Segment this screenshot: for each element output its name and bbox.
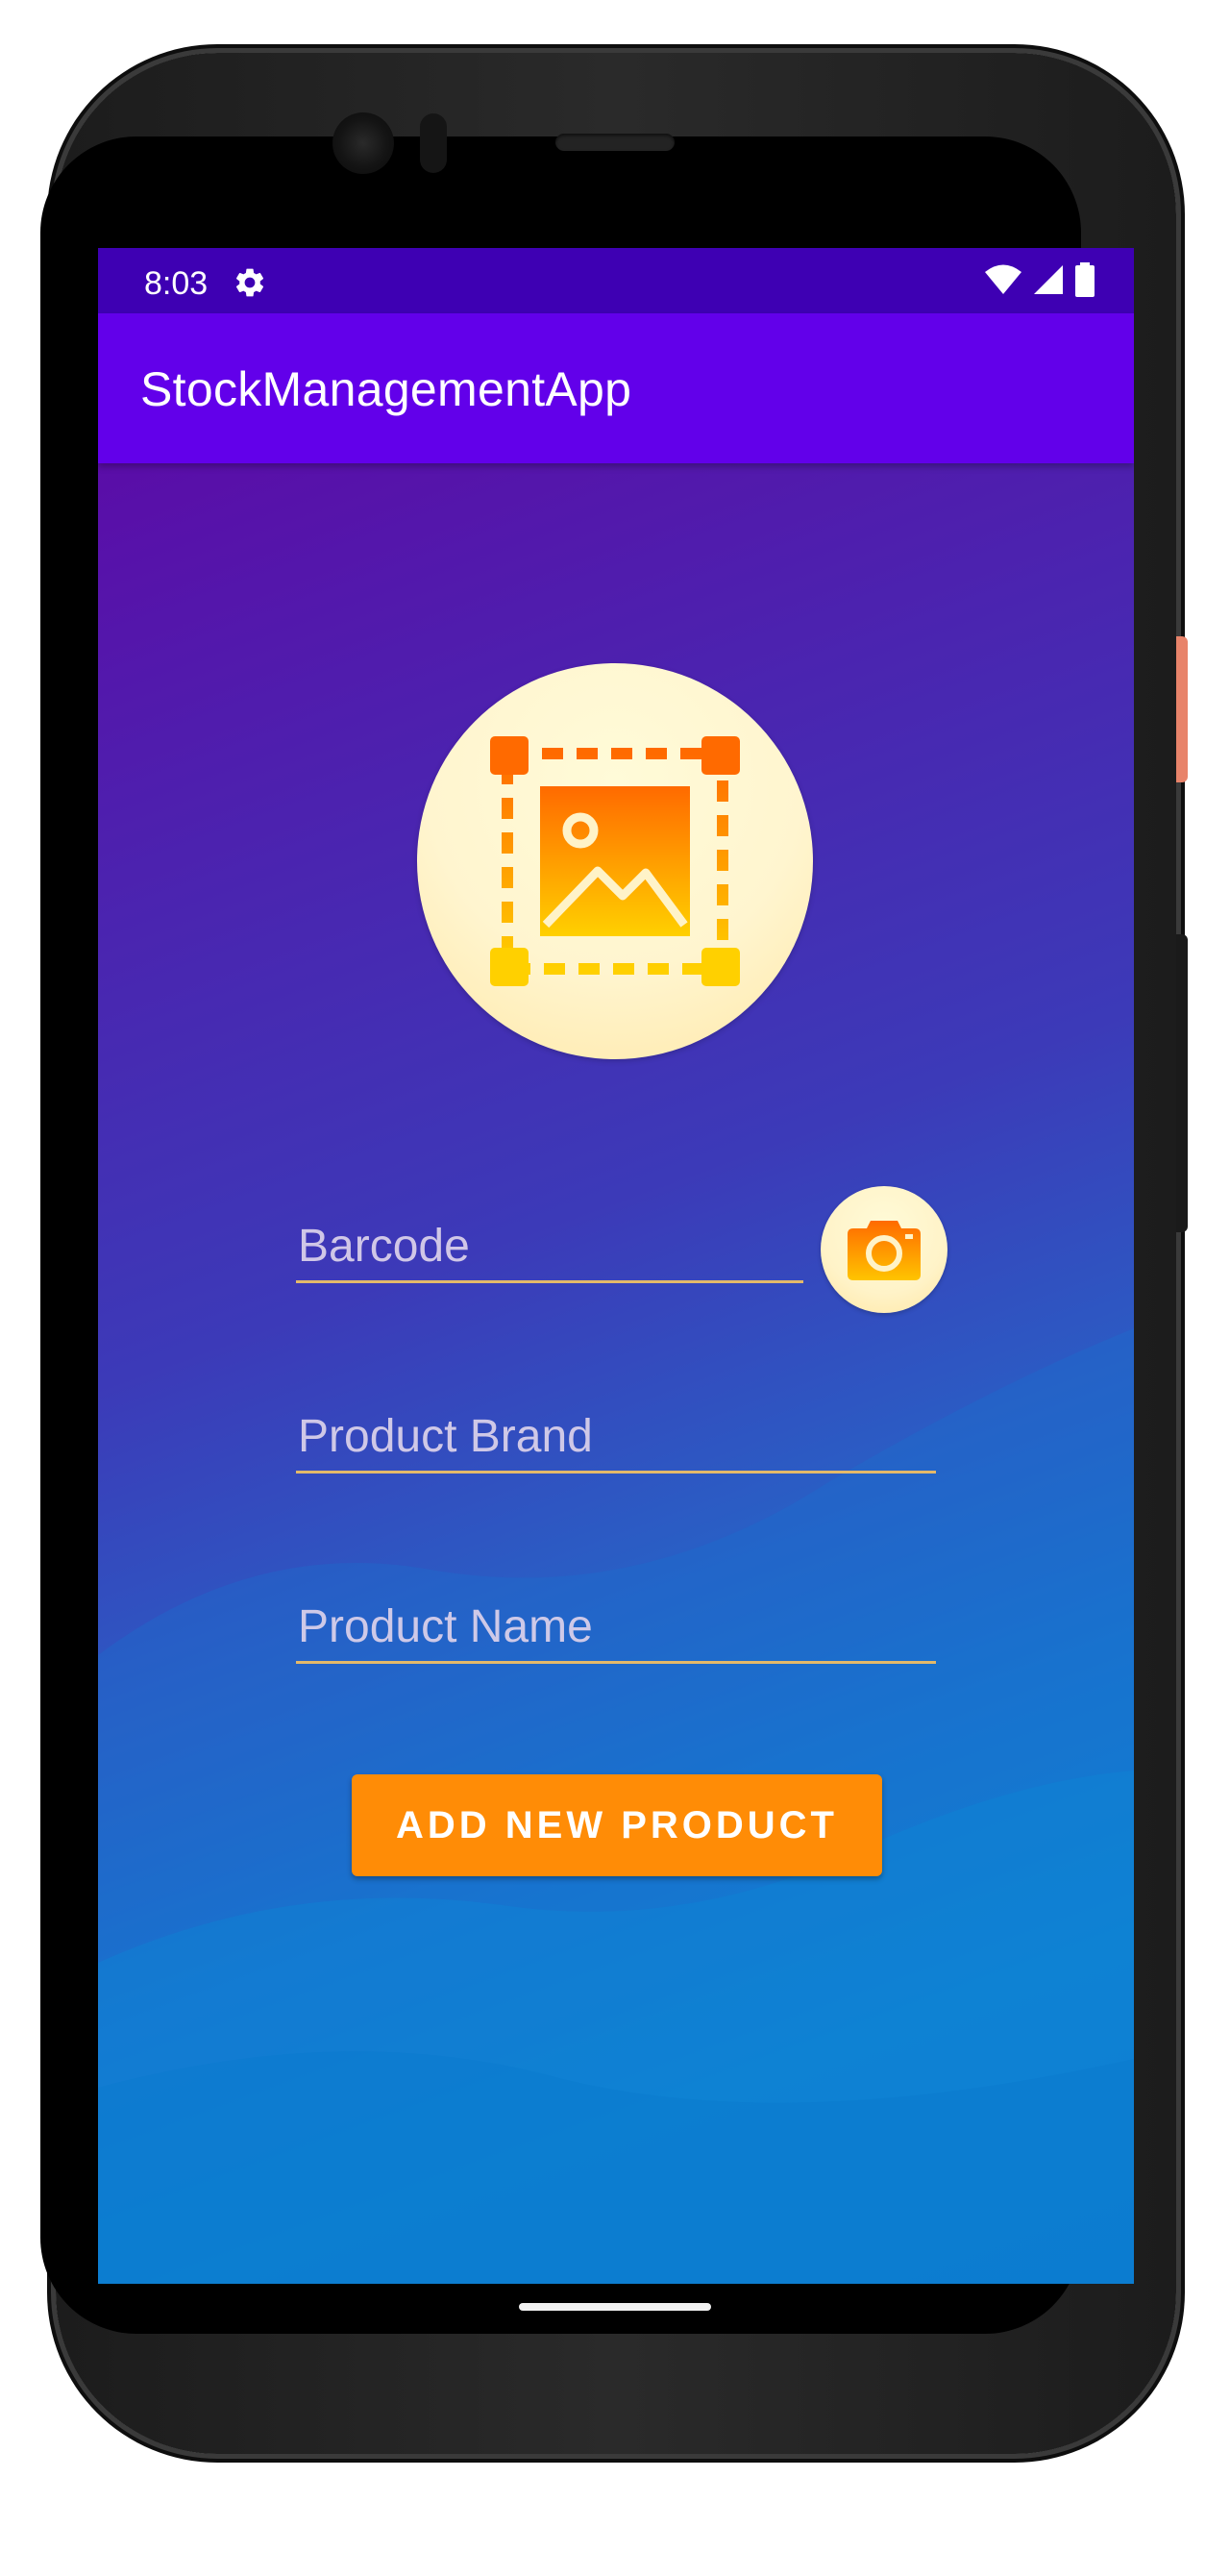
scan-barcode-button[interactable] — [821, 1186, 947, 1313]
status-icons — [984, 262, 1095, 301]
app-bar: StockManagementApp — [98, 313, 1134, 463]
home-indicator[interactable] — [519, 2303, 711, 2311]
gear-icon — [233, 265, 267, 300]
product-name-input[interactable] — [296, 1596, 940, 1657]
camera-icon — [848, 1221, 921, 1280]
product-image-button[interactable] — [417, 663, 813, 1059]
earpiece-speaker — [555, 134, 675, 151]
barcode-field — [296, 1215, 807, 1283]
product-brand-field — [296, 1405, 940, 1474]
image-placeholder-icon — [490, 736, 740, 986]
status-bar: 8:03 — [98, 248, 1134, 313]
product-brand-input[interactable] — [296, 1405, 940, 1467]
power-button — [1176, 636, 1188, 782]
status-time: 8:03 — [144, 265, 209, 302]
wifi-icon — [984, 263, 1022, 300]
barcode-input[interactable] — [296, 1215, 807, 1276]
add-product-form: ADD NEW PRODUCT — [98, 463, 1134, 2284]
battery-icon — [1074, 262, 1095, 301]
cellular-signal-icon — [1032, 263, 1065, 300]
proximity-sensor — [420, 113, 447, 173]
front-camera — [332, 112, 394, 174]
product-name-field — [296, 1596, 940, 1664]
volume-button — [1176, 934, 1188, 1232]
add-new-product-button[interactable]: ADD NEW PRODUCT — [352, 1774, 882, 1876]
app-title: StockManagementApp — [140, 362, 632, 416]
screen: 8:03 StockManagementApp Barcode Product … — [98, 248, 1134, 2284]
